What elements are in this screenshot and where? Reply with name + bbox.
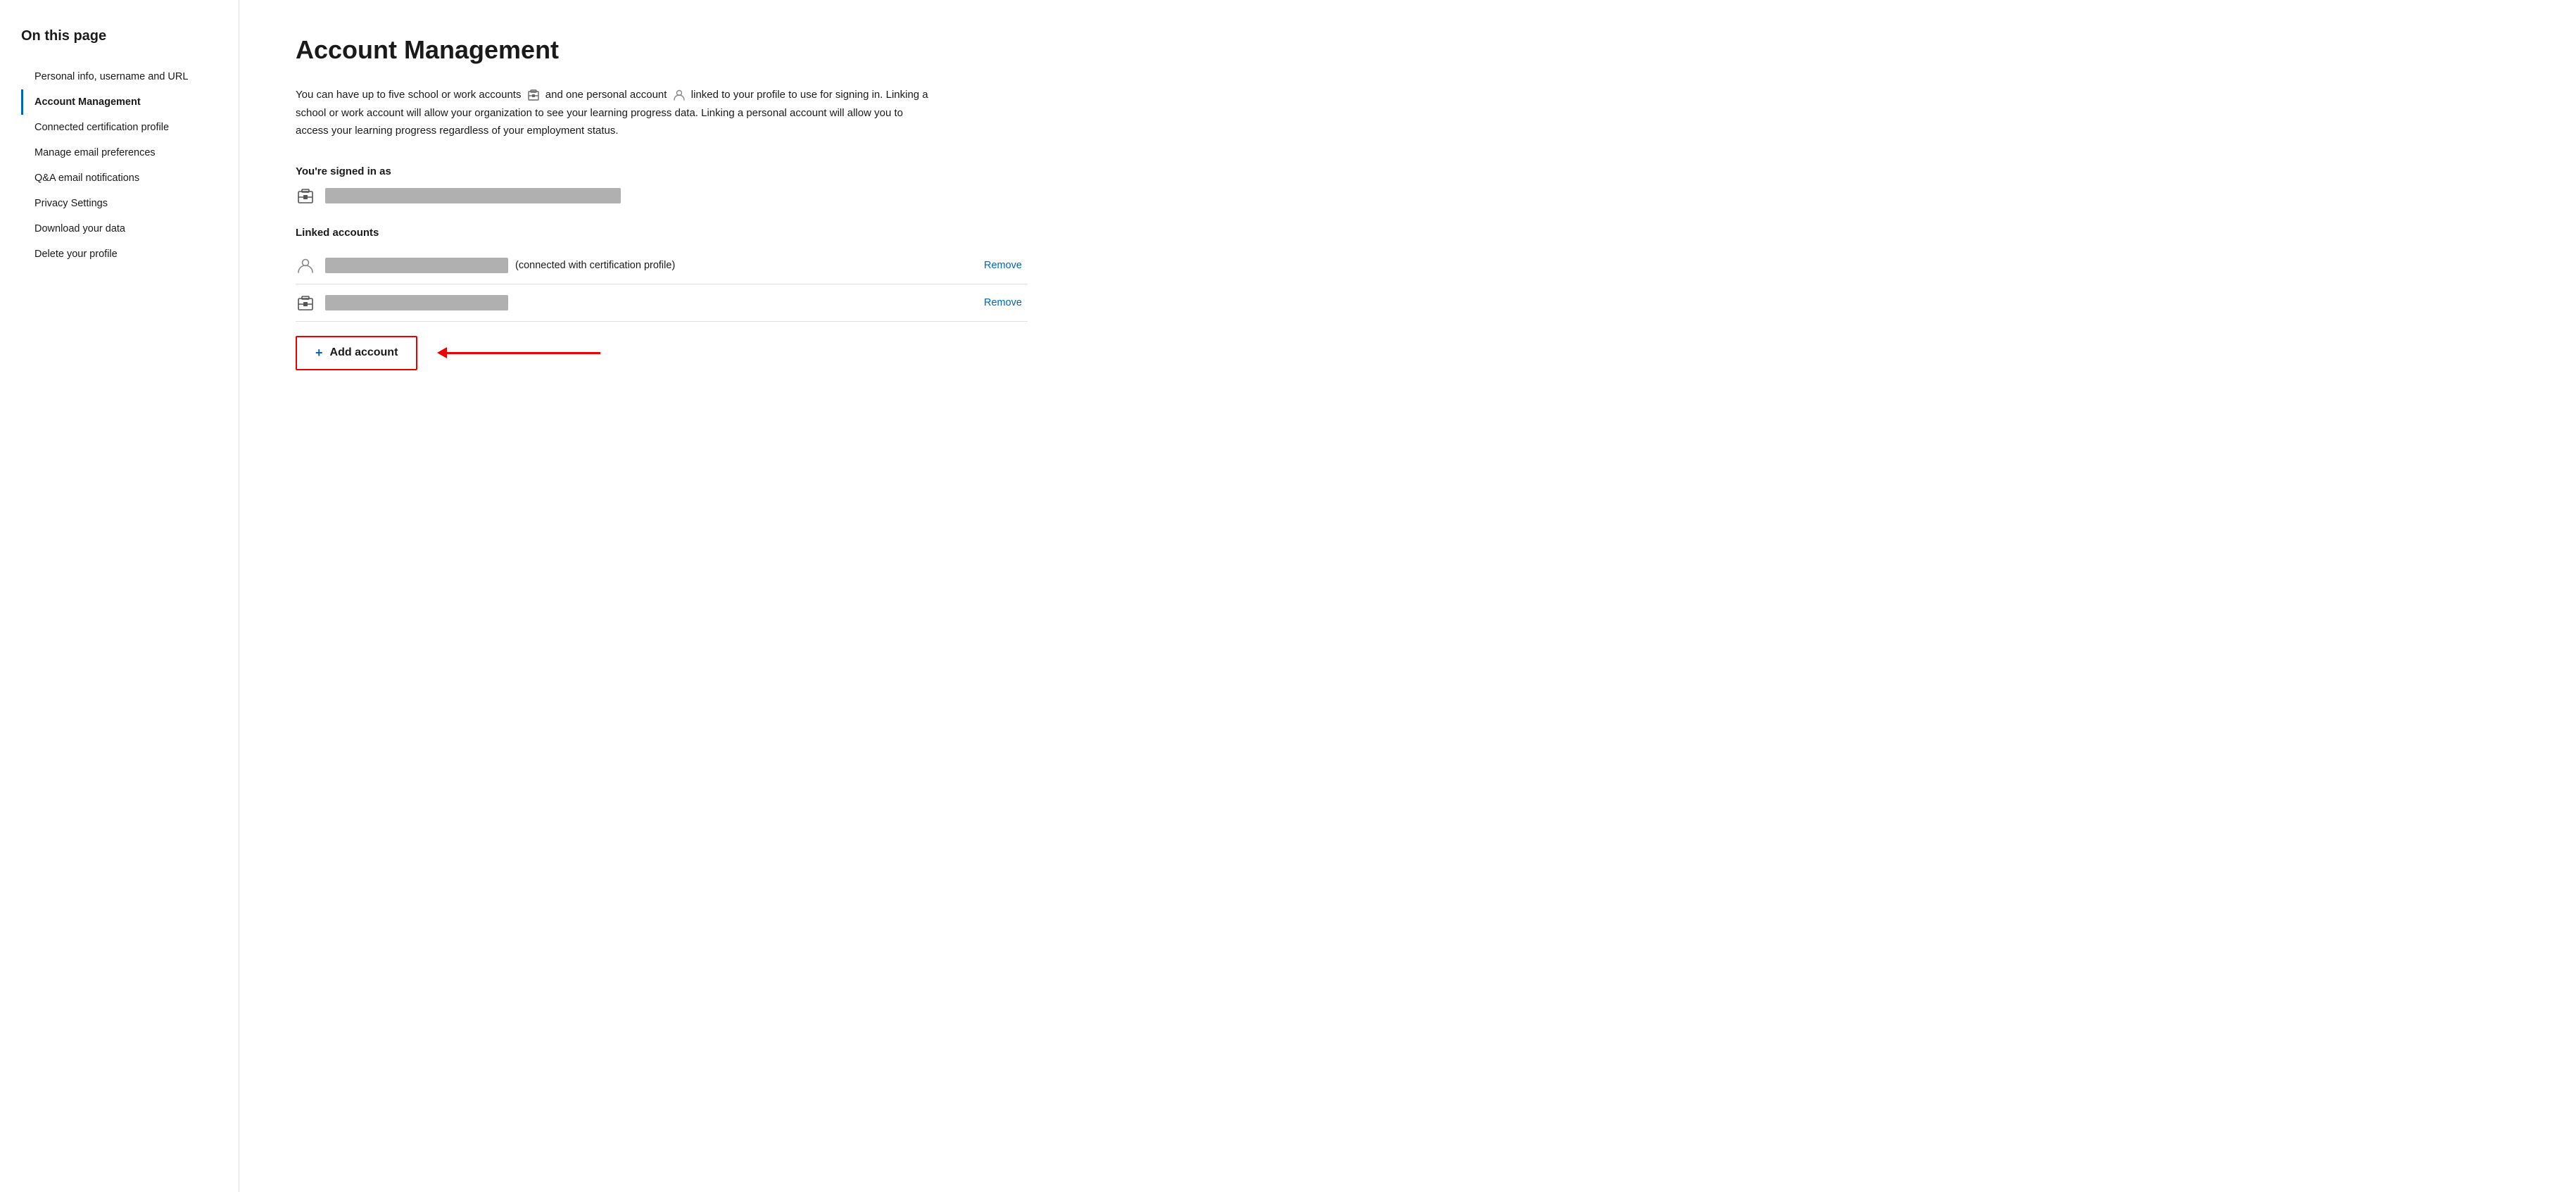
linked-account-work-content (325, 295, 974, 310)
sidebar-link-qa-email[interactable]: Q&A email notifications (21, 165, 239, 191)
sidebar-link-manage-email[interactable]: Manage email preferences (21, 140, 239, 165)
sidebar-item-download-data[interactable]: Download your data (21, 216, 239, 241)
work-account-icon (526, 88, 541, 102)
sidebar-item-privacy-settings[interactable]: Privacy Settings (21, 191, 239, 216)
sidebar-item-delete-profile[interactable]: Delete your profile (21, 241, 239, 267)
plus-icon: + (315, 346, 323, 360)
signed-in-row (296, 186, 1028, 206)
description-text: You can have up to five school or work a… (296, 86, 929, 140)
sidebar-link-privacy-settings[interactable]: Privacy Settings (21, 191, 239, 216)
arrow-annotation (446, 352, 600, 354)
sidebar-item-qa-email[interactable]: Q&A email notifications (21, 165, 239, 191)
cert-note: (connected with certification profile) (515, 260, 675, 271)
add-account-label: Add account (330, 346, 398, 359)
sidebar: On this page Personal info, username and… (0, 0, 239, 1192)
personal-account-icon (672, 88, 686, 102)
linked-accounts-label: Linked accounts (296, 227, 1028, 239)
linked-account-personal-content: (connected with certification profile) (325, 258, 974, 273)
signed-in-work-icon (296, 186, 315, 206)
sidebar-nav: Personal info, username and URL Account … (21, 64, 239, 267)
sidebar-item-personal-info[interactable]: Personal info, username and URL (21, 64, 239, 89)
linked-accounts-section: Linked accounts (connected with certific… (296, 227, 1028, 322)
sidebar-link-download-data[interactable]: Download your data (21, 216, 239, 241)
linked-personal-icon (296, 256, 315, 275)
add-account-button[interactable]: + Add account (296, 336, 417, 370)
sidebar-item-manage-email[interactable]: Manage email preferences (21, 140, 239, 165)
sidebar-link-account-management[interactable]: Account Management (21, 89, 239, 115)
linked-work-icon (296, 293, 315, 313)
sidebar-link-connected-cert[interactable]: Connected certification profile (21, 115, 239, 140)
remove-personal-button[interactable]: Remove (984, 260, 1028, 271)
linked-account-personal-redacted (325, 258, 508, 273)
arrow-line (446, 352, 600, 354)
sidebar-item-connected-cert[interactable]: Connected certification profile (21, 115, 239, 140)
linked-account-row-work: Remove (296, 284, 1028, 322)
signed-in-redacted (325, 188, 621, 203)
signed-in-label: You're signed in as (296, 165, 1028, 177)
linked-account-work-redacted (325, 295, 508, 310)
page-title: Account Management (296, 35, 1028, 65)
remove-work-button[interactable]: Remove (984, 297, 1028, 308)
main-content: Account Management You can have up to fi… (239, 0, 1084, 1192)
add-account-section: + Add account (296, 336, 1028, 370)
linked-account-row-personal: (connected with certification profile) R… (296, 247, 1028, 284)
sidebar-title: On this page (21, 28, 239, 44)
sidebar-nav-list: Personal info, username and URL Account … (21, 64, 239, 267)
sidebar-link-delete-profile[interactable]: Delete your profile (21, 241, 239, 267)
sidebar-item-account-management[interactable]: Account Management (21, 89, 239, 115)
sidebar-link-personal-info[interactable]: Personal info, username and URL (21, 64, 239, 89)
